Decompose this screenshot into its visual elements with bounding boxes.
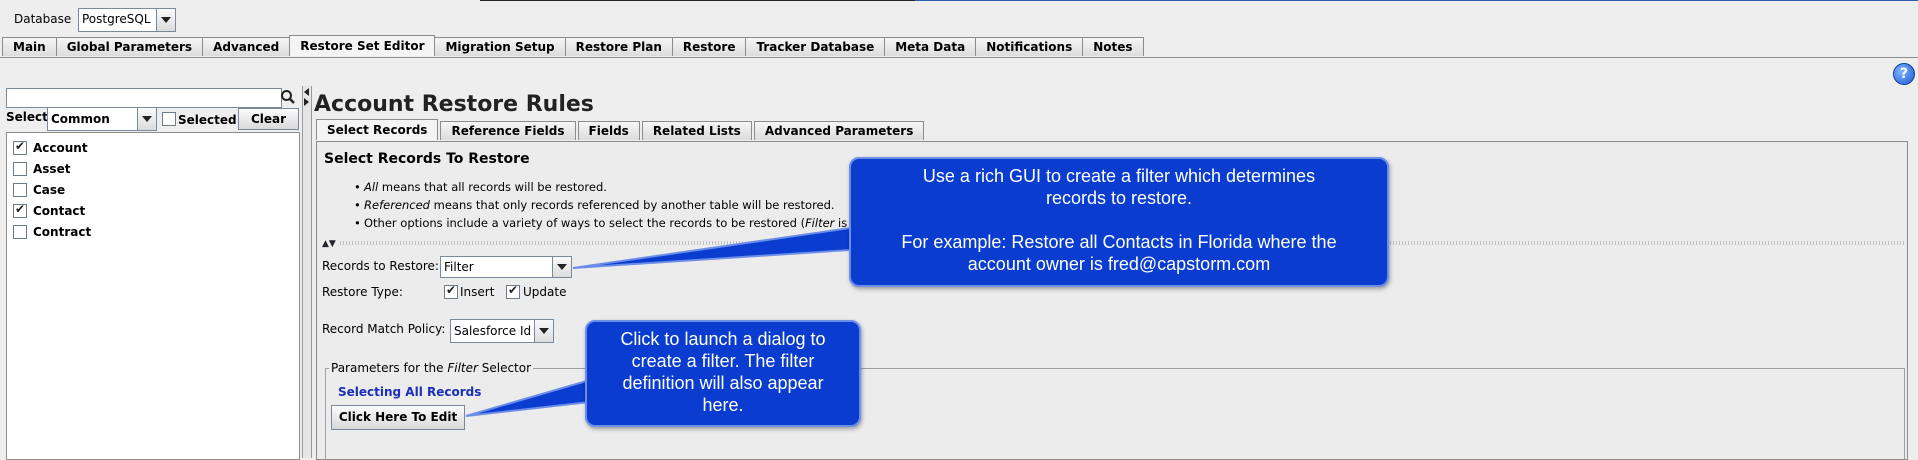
callout-text: create a filter. The filter: [631, 351, 815, 371]
callout-text: Click to launch a dialog to: [620, 329, 826, 349]
edit-filter-callout: Click to launch a dialog to create a fil…: [585, 320, 861, 427]
edit-callout-pointer: [465, 378, 591, 417]
callout-text: here.: [702, 395, 744, 415]
callout-text: definition will also appear: [622, 373, 824, 393]
filter-callout-pointer: [572, 226, 851, 269]
callout-text: Use a rich GUI to create a filter which …: [922, 166, 1316, 186]
callout-text: For example: Restore all Contacts in Flo…: [901, 232, 1337, 252]
filter-gui-callout: Use a rich GUI to create a filter which …: [849, 157, 1389, 287]
callout-text: account owner is fred@capstorm.com: [967, 254, 1271, 274]
callout-text: records to restore.: [1045, 188, 1193, 208]
